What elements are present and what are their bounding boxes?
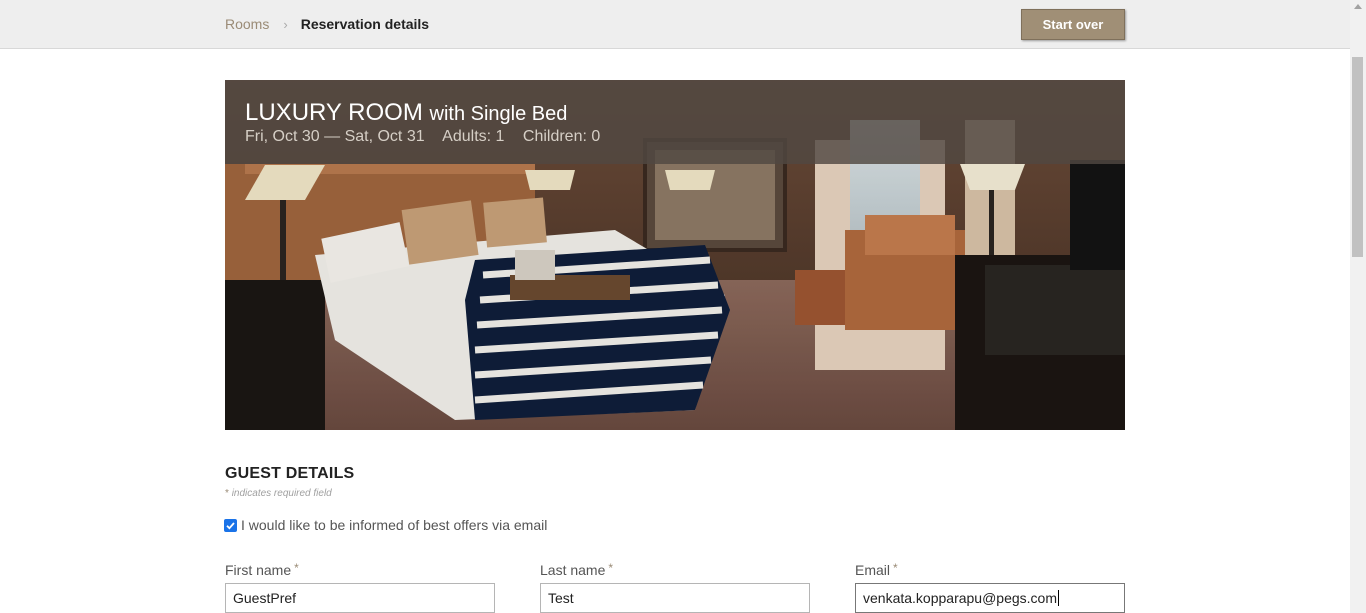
room-title-sub: with Single Bed (429, 103, 568, 125)
first-name-label: First name * (225, 561, 299, 578)
last-name-value: Test (548, 590, 574, 606)
offers-checkbox-row[interactable]: I would like to be informed of best offe… (223, 517, 547, 533)
email-label: Email * (855, 561, 898, 578)
email-input[interactable]: venkata.kopparapu@pegs.com (855, 583, 1125, 613)
required-star: * (608, 561, 614, 575)
start-over-button[interactable]: Start over (1021, 9, 1125, 40)
room-title-main: LUXURY ROOM (245, 99, 423, 126)
chevron-right-icon: › (283, 16, 288, 32)
last-name-label-text: Last name (540, 562, 606, 578)
required-star: * (294, 561, 299, 575)
room-hero-image: LUXURY ROOM with Single Bed Fri, Oct 30 … (225, 80, 1125, 430)
required-star: * (225, 488, 229, 499)
breadcrumb-rooms-link[interactable]: Rooms (225, 16, 269, 32)
room-stay-info: Fri, Oct 30 — Sat, Oct 31 Adults: 1 Chil… (245, 128, 614, 146)
stay-adults: Adults: 1 (442, 128, 505, 145)
email-value: venkata.kopparapu@pegs.com (863, 590, 1057, 606)
stay-children: Children: 0 (522, 128, 601, 145)
last-name-input[interactable]: Test (540, 583, 810, 613)
required-field-note: * indicates required field (225, 488, 332, 499)
text-caret (1058, 590, 1059, 606)
first-name-input[interactable]: GuestPref (225, 583, 495, 613)
offers-checkbox[interactable] (224, 519, 237, 532)
room-info-overlay: LUXURY ROOM with Single Bed Fri, Oct 30 … (225, 80, 1125, 164)
scrollbar[interactable] (1350, 0, 1366, 613)
email-label-text: Email (855, 562, 891, 578)
room-title: LUXURY ROOM with Single Bed (245, 99, 567, 127)
breadcrumb-current: Reservation details (300, 16, 430, 32)
top-bar: Rooms › Reservation details Start over (0, 0, 1350, 49)
guest-details-heading: GUEST DETAILS (225, 465, 355, 482)
first-name-value: GuestPref (233, 590, 297, 606)
checkmark-icon (226, 522, 235, 530)
offers-checkbox-label: I would like to be informed of best offe… (241, 517, 548, 533)
first-name-label-text: First name (225, 562, 292, 578)
required-note-text: indicates required field (231, 488, 332, 499)
required-star: * (893, 561, 898, 575)
scroll-up-arrow-icon[interactable] (1354, 4, 1362, 9)
last-name-label: Last name * (540, 561, 614, 578)
scrollbar-thumb[interactable] (1352, 57, 1363, 257)
breadcrumb: Rooms › Reservation details (225, 16, 429, 32)
stay-dates: Fri, Oct 30 — Sat, Oct 31 (245, 128, 425, 145)
